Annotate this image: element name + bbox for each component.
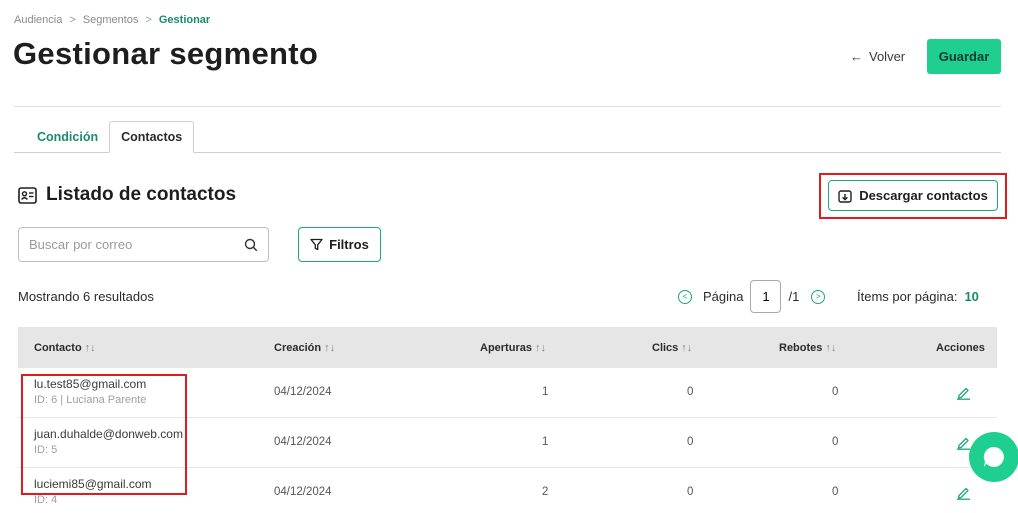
tab-condicion[interactable]: Condición	[26, 121, 109, 153]
created-cell: 04/12/2024	[274, 386, 332, 398]
sort-icon: ↑↓	[825, 341, 837, 354]
created-cell: 04/12/2024	[274, 486, 332, 498]
section-title: Listado de contactos	[18, 184, 236, 206]
items-per-page: Ítems por página: 10	[857, 289, 979, 304]
column-header-opens[interactable]: Aperturas ↑↓	[480, 342, 546, 354]
column-header-bounces[interactable]: Rebotes ↑↓	[779, 342, 836, 354]
results-count: Mostrando 6 resultados	[18, 289, 154, 304]
section-title-label: Listado de contactos	[46, 184, 237, 205]
save-button[interactable]: Guardar	[927, 39, 1001, 74]
breadcrumb-audiencia[interactable]: Audiencia	[14, 14, 62, 26]
tabs: Condición Contactos	[26, 121, 195, 153]
chevron-right-icon: >	[145, 14, 152, 26]
bounces-cell: 0	[832, 436, 839, 448]
breadcrumb-segmentos[interactable]: Segmentos	[83, 14, 139, 26]
bounces-cell: 0	[832, 486, 839, 498]
pagination: < Página /1 >	[678, 280, 826, 313]
sort-icon: ↑↓	[84, 341, 96, 354]
page-label: Página	[703, 289, 744, 304]
download-icon	[838, 189, 852, 203]
back-label: Volver	[869, 49, 906, 64]
edit-icon[interactable]	[956, 385, 971, 400]
chevron-right-icon: >	[69, 14, 76, 26]
contact-id: ID: 4	[34, 494, 58, 506]
page-title: Gestionar segmento	[13, 36, 319, 71]
sort-icon: ↑↓	[324, 341, 336, 354]
filter-icon	[310, 238, 323, 251]
table-header: Contacto ↑↓ Creación ↑↓ Aperturas ↑↓ Clics ↑…	[18, 327, 997, 368]
contacts-highlight	[21, 374, 187, 495]
items-per-page-select[interactable]: 10	[964, 289, 978, 304]
page-number-input[interactable]	[750, 280, 782, 313]
filters-label: Filtros	[329, 237, 369, 252]
chat-icon	[983, 446, 1004, 467]
clicks-cell: 0	[687, 486, 694, 498]
clicks-cell: 0	[687, 436, 694, 448]
page-total: /1	[788, 289, 800, 304]
tab-contactos[interactable]: Contactos	[109, 121, 195, 153]
sort-icon: ↑↓	[681, 341, 693, 354]
chevron-right-icon[interactable]: >	[811, 289, 826, 304]
edit-icon[interactable]	[956, 435, 971, 450]
opens-cell: 1	[542, 386, 549, 398]
bounces-cell: 0	[832, 386, 839, 398]
chat-button[interactable]	[969, 432, 1018, 482]
download-contacts-button[interactable]: Descargar contactos	[828, 180, 998, 211]
back-button[interactable]: ← Volver	[850, 49, 905, 64]
arrow-left-icon: ←	[850, 49, 863, 64]
search-field	[18, 227, 269, 262]
breadcrumb-current: Gestionar	[158, 14, 211, 26]
header-divider	[14, 106, 1001, 107]
opens-cell: 1	[542, 436, 549, 448]
column-header-actions: Acciones	[936, 341, 985, 354]
chevron-left-icon[interactable]: <	[678, 289, 692, 304]
clicks-cell: 0	[687, 386, 694, 398]
filters-button[interactable]: Filtros	[298, 227, 381, 262]
search-icon[interactable]	[244, 238, 258, 252]
search-input[interactable]	[29, 237, 244, 252]
opens-cell: 2	[542, 486, 549, 498]
breadcrumb: Audiencia > Segmentos > Gestionar	[14, 14, 210, 26]
column-header-contact[interactable]: Contacto ↑↓	[34, 342, 96, 354]
sort-icon: ↑↓	[534, 341, 546, 354]
edit-icon[interactable]	[956, 485, 971, 500]
created-cell: 04/12/2024	[274, 436, 332, 448]
items-per-page-label: Ítems por página:	[857, 289, 958, 304]
download-label: Descargar contactos	[859, 188, 988, 203]
column-header-created[interactable]: Creación ↑↓	[274, 342, 335, 354]
column-header-clicks[interactable]: Clics ↑↓	[652, 342, 692, 354]
contact-card-icon	[18, 186, 37, 204]
